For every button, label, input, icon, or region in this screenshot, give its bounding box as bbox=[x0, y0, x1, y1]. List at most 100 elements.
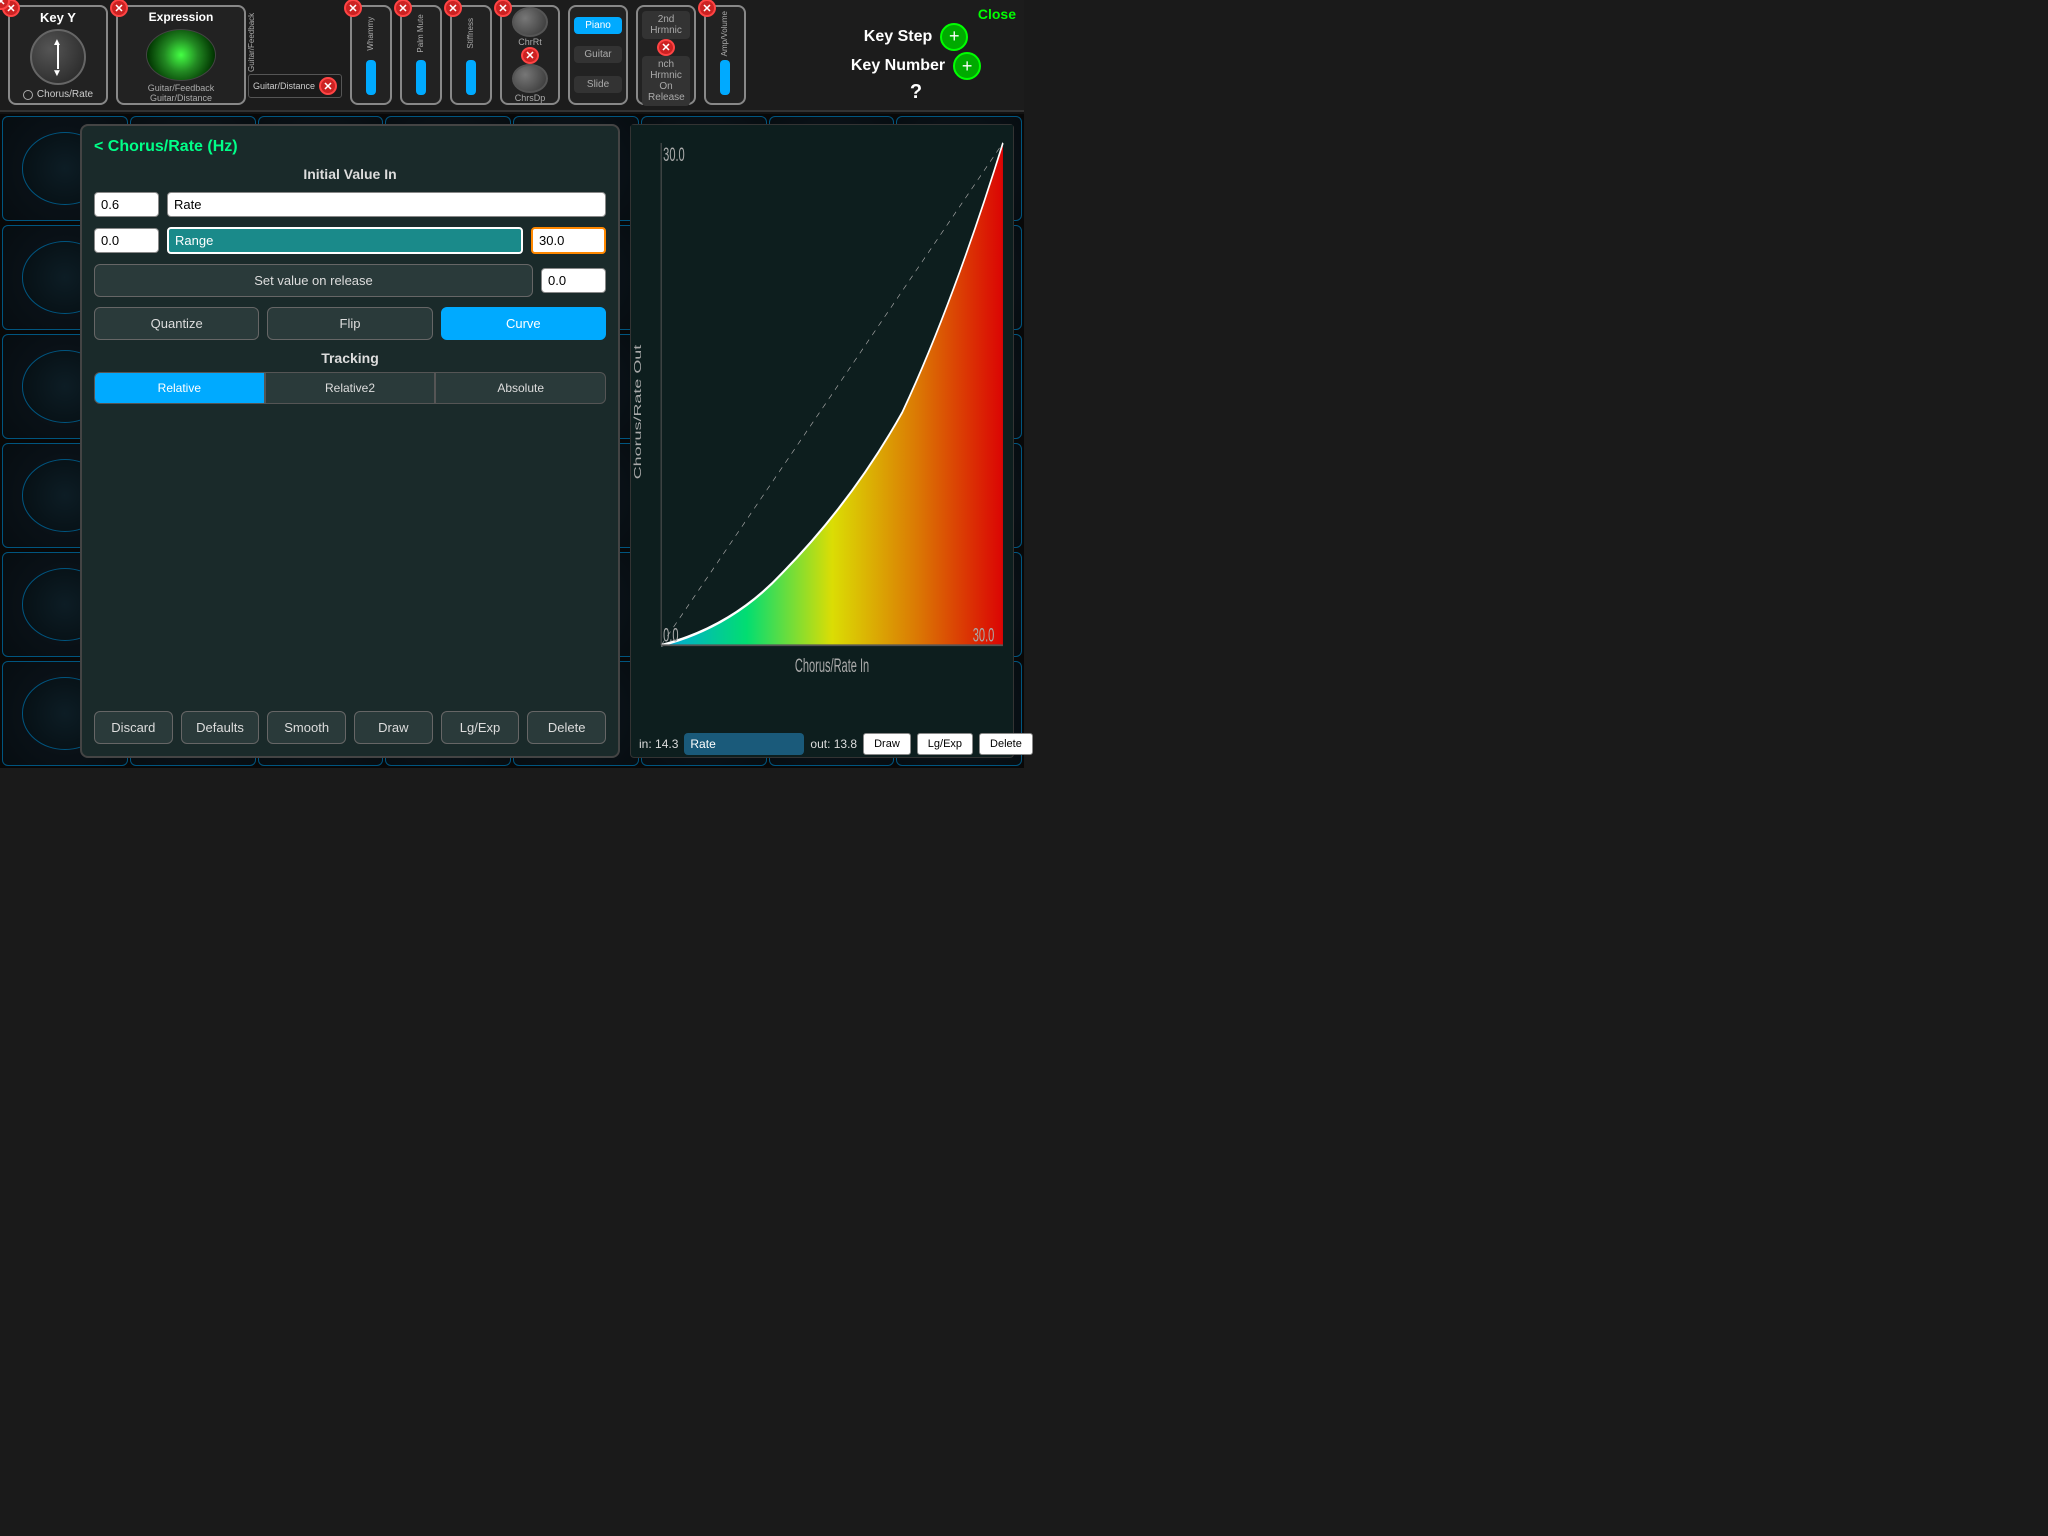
key-number-label: Key Number bbox=[851, 57, 945, 75]
curve-btn[interactable]: Curve bbox=[441, 307, 606, 340]
guitar-feedback-label: Guitar/Feedback bbox=[148, 83, 215, 93]
svg-text:30.0: 30.0 bbox=[663, 145, 685, 166]
curve-chart-svg: Chorus/Rate Out 30.0 0.0 30.0 Chorus/Rat… bbox=[631, 125, 1013, 681]
modal-panel: < Chorus/Rate (Hz) Initial Value In Set … bbox=[80, 124, 620, 758]
discard-btn[interactable]: Discard bbox=[94, 711, 173, 744]
chrs-dp-knob[interactable] bbox=[512, 64, 548, 94]
modal-overlay: < Chorus/Rate (Hz) Initial Value In Set … bbox=[0, 114, 1024, 768]
range-row bbox=[94, 227, 606, 254]
modal-title[interactable]: < Chorus/Rate (Hz) bbox=[94, 138, 606, 156]
tracking-title: Tracking bbox=[94, 350, 606, 366]
absolute-btn[interactable]: Absolute bbox=[435, 372, 606, 404]
stiffness-close-btn[interactable]: ✕ bbox=[444, 0, 462, 17]
chart-lgexp-btn[interactable]: Lg/Exp bbox=[917, 733, 973, 755]
lg-exp-btn[interactable]: Lg/Exp bbox=[441, 711, 520, 744]
whammy-slider[interactable] bbox=[366, 60, 376, 95]
nch-hrmnic-btn[interactable]: nch Hrmnic On Release bbox=[642, 56, 690, 106]
piano-btn[interactable]: Piano bbox=[574, 17, 622, 34]
key-step-plus-btn[interactable]: + bbox=[940, 23, 968, 51]
release-value-input[interactable] bbox=[541, 268, 606, 293]
key-y-label: Key Y bbox=[40, 10, 76, 25]
range-value-left[interactable] bbox=[94, 228, 159, 253]
stiffness-label: Stiffness bbox=[467, 11, 475, 56]
palm-mute-close-btn[interactable]: ✕ bbox=[394, 0, 412, 17]
key-number-plus-btn[interactable]: + bbox=[953, 52, 981, 80]
hrmnic2-close-btn[interactable]: ✕ bbox=[657, 39, 675, 56]
svg-text:Chorus/Rate Out: Chorus/Rate Out bbox=[633, 345, 644, 480]
hrmnic-panel: ✕ 2nd Hrmnic ✕ nch Hrmnic On Release bbox=[636, 5, 696, 105]
slide-btn[interactable]: Slide bbox=[574, 76, 622, 93]
guitar-feedback-vertical: Guitar/Feedback bbox=[248, 12, 342, 72]
relative2-btn[interactable]: Relative2 bbox=[265, 372, 436, 404]
indicator-dot bbox=[23, 90, 33, 100]
chart-bottom-row: in: 14.3 out: 13.8 Draw Lg/Exp Delete bbox=[631, 733, 1013, 755]
chorus-rate-indicator: Chorus/Rate ✕ bbox=[23, 89, 93, 100]
set-value-row: Set value on release bbox=[94, 264, 606, 297]
chrs-rt-knob[interactable] bbox=[512, 7, 548, 37]
rate-input-1[interactable] bbox=[167, 192, 606, 217]
chart-delete-btn[interactable]: Delete bbox=[979, 733, 1033, 755]
bottom-buttons: Discard Defaults Smooth Draw Lg/Exp Dele… bbox=[94, 711, 606, 744]
amp-volume-panel: ✕ Amp/Volume bbox=[704, 5, 746, 105]
chrs-rt-panel: ✕ ChrRt ✕ ChrsDp bbox=[500, 5, 560, 105]
key-step-label: Key Step bbox=[864, 28, 932, 46]
qfc-row: Quantize Flip Curve bbox=[94, 307, 606, 340]
chart-rate-input[interactable] bbox=[684, 733, 804, 755]
guitar-distance-bar: Guitar/Distance ✕ bbox=[248, 74, 342, 98]
initial-value-row bbox=[94, 192, 606, 217]
amp-volume-label: Amp/Volume bbox=[721, 11, 729, 56]
right-panel: Close Key Step + Key Number + ? bbox=[816, 5, 1016, 105]
stiffness-slider[interactable] bbox=[466, 60, 476, 95]
chart-container[interactable]: Chorus/Rate Out 30.0 0.0 30.0 Chorus/Rat… bbox=[630, 124, 1014, 758]
chart-in-label: in: 14.3 bbox=[639, 737, 678, 751]
guitar-btn[interactable]: Guitar bbox=[574, 46, 622, 63]
help-btn[interactable]: ? bbox=[910, 81, 922, 104]
svg-text:Chorus/Rate In: Chorus/Rate In bbox=[795, 656, 869, 677]
flip-btn[interactable]: Flip bbox=[267, 307, 432, 340]
whammy-panel: ✕ Whammy bbox=[350, 5, 392, 105]
chrs-rt-label: ChrRt bbox=[518, 37, 542, 47]
expression-title: Expression bbox=[149, 7, 214, 27]
stiffness-panel: ✕ Stiffness bbox=[450, 5, 492, 105]
set-value-release-btn[interactable]: Set value on release bbox=[94, 264, 533, 297]
guitar-distance-close-btn[interactable]: ✕ bbox=[319, 77, 337, 95]
draw-btn[interactable]: Draw bbox=[354, 711, 433, 744]
relative-btn[interactable]: Relative bbox=[94, 372, 265, 404]
chorus-rate-text: Chorus/Rate bbox=[37, 89, 93, 100]
chart-draw-btn[interactable]: Draw bbox=[863, 733, 911, 755]
close-label[interactable]: Close bbox=[978, 6, 1016, 22]
key-y-knob[interactable] bbox=[30, 29, 86, 85]
chrs-rt-close-btn[interactable]: ✕ bbox=[494, 0, 512, 17]
whammy-label: Whammy bbox=[367, 11, 375, 56]
range-input[interactable] bbox=[167, 227, 523, 254]
svg-text:0.0: 0.0 bbox=[663, 626, 678, 647]
initial-value-input[interactable] bbox=[94, 192, 159, 217]
delete-btn[interactable]: Delete bbox=[527, 711, 606, 744]
chrs-rt-close2-btn[interactable]: ✕ bbox=[521, 47, 539, 64]
amp-volume-close-btn[interactable]: ✕ bbox=[698, 0, 716, 17]
expression-visual bbox=[146, 29, 216, 81]
chart-area: Chorus/Rate Out 30.0 0.0 30.0 Chorus/Rat… bbox=[630, 124, 1014, 758]
defaults-btn[interactable]: Defaults bbox=[181, 711, 260, 744]
palm-mute-slider[interactable] bbox=[416, 60, 426, 95]
smooth-btn[interactable]: Smooth bbox=[267, 711, 346, 744]
expression-close-btn[interactable]: ✕ bbox=[110, 0, 128, 17]
piano-guitar-panel: Piano Guitar Slide bbox=[568, 5, 628, 105]
expression-panel: ✕ Expression Guitar/Feedback Guitar/Dist… bbox=[116, 5, 246, 105]
2nd-hrmnic-btn[interactable]: 2nd Hrmnic bbox=[642, 11, 690, 39]
knob-arrow bbox=[57, 45, 59, 69]
chrs-dp-label: ChrsDp bbox=[515, 93, 546, 103]
tracking-section: Tracking Relative Relative2 Absolute bbox=[94, 350, 606, 404]
palm-mute-panel: ✕ Palm Mute bbox=[400, 5, 442, 105]
chart-out-label: out: 13.8 bbox=[810, 737, 857, 751]
initial-value-section-title: Initial Value In bbox=[94, 166, 606, 182]
guitar-distance-label: Guitar/Distance bbox=[150, 93, 212, 103]
quantize-btn[interactable]: Quantize bbox=[94, 307, 259, 340]
whammy-close-btn[interactable]: ✕ bbox=[344, 0, 362, 17]
amp-volume-slider[interactable] bbox=[720, 60, 730, 95]
top-toolbar: Key Y Chorus/Rate ✕ ✕ Expression Guitar/… bbox=[0, 0, 1024, 112]
range-value-right[interactable] bbox=[531, 227, 606, 254]
key-y-panel: Key Y Chorus/Rate ✕ bbox=[8, 5, 108, 105]
palm-mute-label: Palm Mute bbox=[417, 11, 425, 56]
tracking-buttons: Relative Relative2 Absolute bbox=[94, 372, 606, 404]
